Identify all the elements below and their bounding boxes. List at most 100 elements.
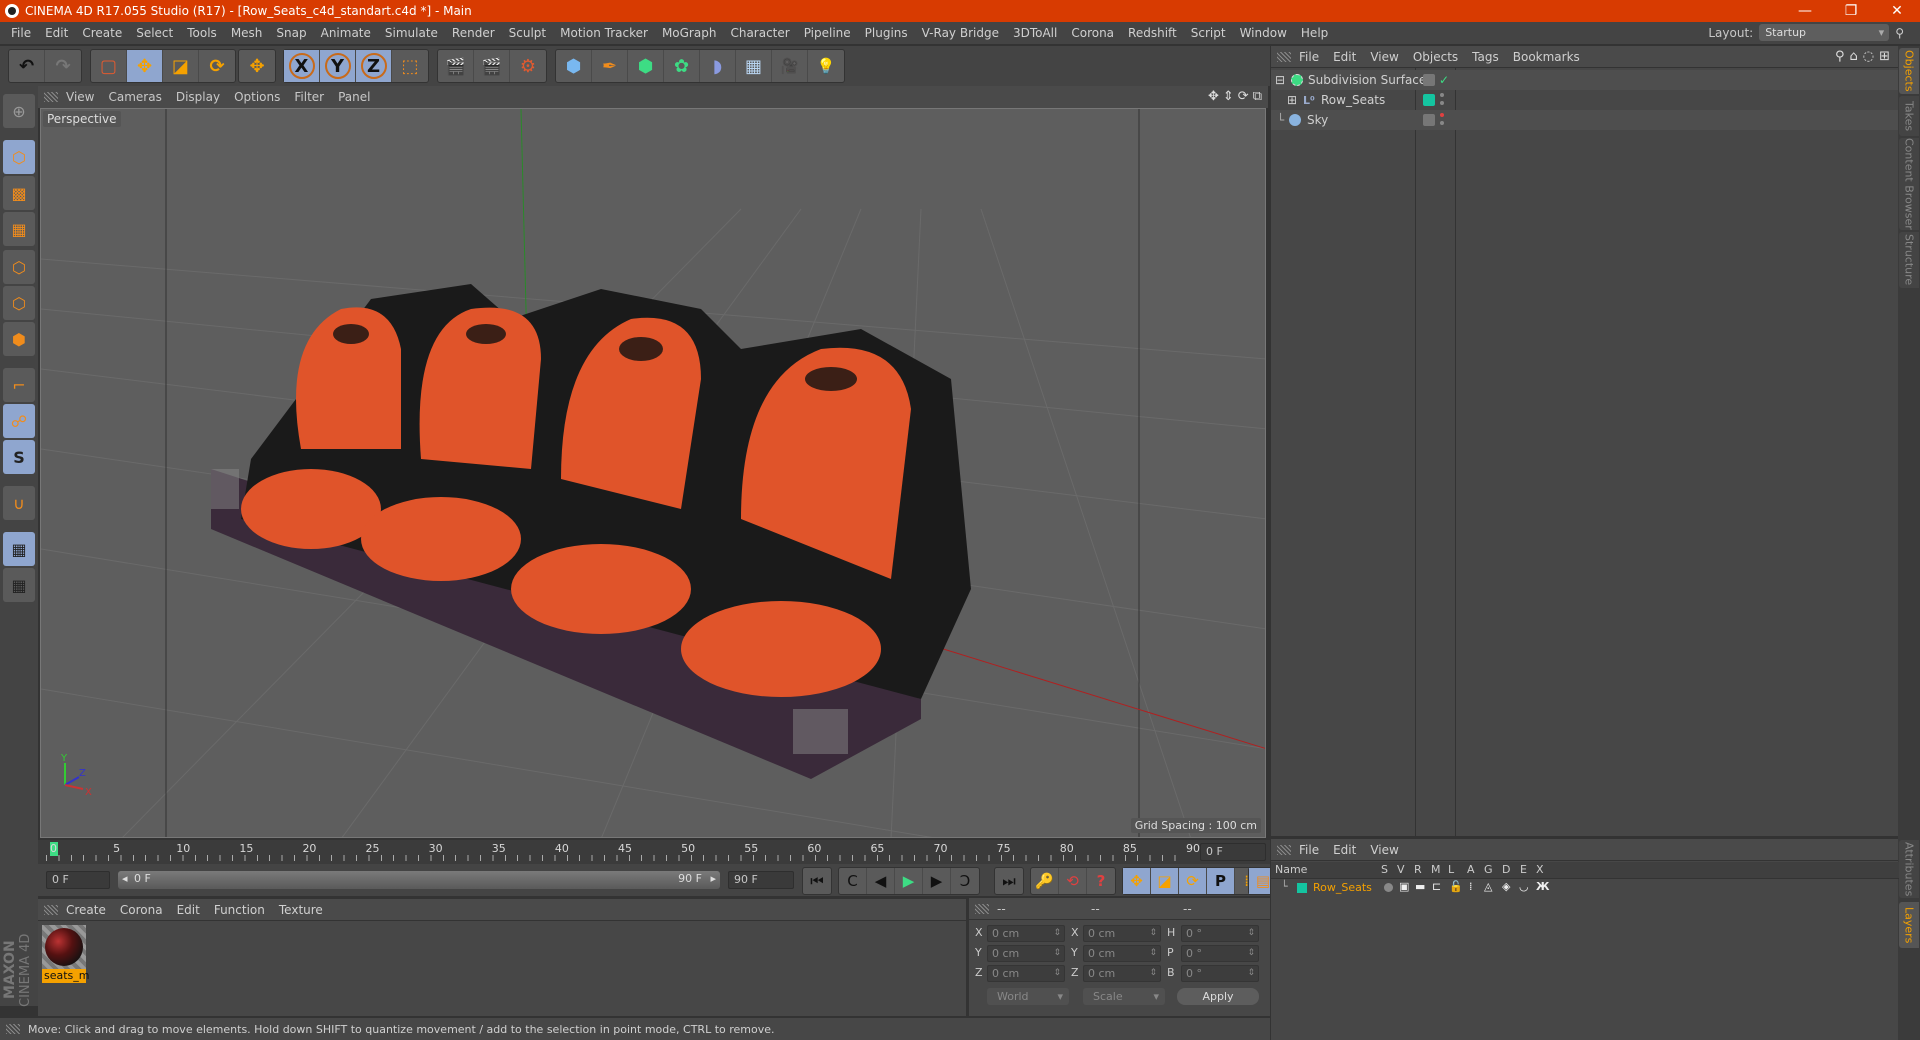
expand-icon[interactable]: ⊟ bbox=[1275, 70, 1285, 90]
material-menu-function[interactable]: Function bbox=[214, 903, 279, 917]
home-icon[interactable]: ⌂ bbox=[1849, 49, 1857, 64]
start-frame-field[interactable]: 0 F bbox=[46, 871, 110, 889]
eye-icon[interactable]: ◌ bbox=[1863, 49, 1874, 64]
material-menu-texture[interactable]: Texture bbox=[279, 903, 337, 917]
size-y-field[interactable]: 0 cm bbox=[1083, 945, 1161, 962]
menu-redshift[interactable]: Redshift bbox=[1121, 26, 1184, 40]
col-solo[interactable]: S bbox=[1381, 863, 1388, 876]
keyframe-help-button[interactable]: ? bbox=[1087, 868, 1115, 894]
material-menu-corona[interactable]: Corona bbox=[120, 903, 177, 917]
lock-toggle-icon[interactable]: 🔓 bbox=[1449, 880, 1463, 893]
menu-vray-bridge[interactable]: V-Ray Bridge bbox=[915, 26, 1006, 40]
object-name[interactable]: Row_Seats bbox=[1321, 90, 1385, 110]
edges-mode-button[interactable]: ⬡ bbox=[3, 286, 35, 320]
next-key-button[interactable]: Ↄ bbox=[951, 868, 979, 894]
col-deformers[interactable]: D bbox=[1502, 863, 1510, 876]
generator-toggle-icon[interactable]: ◬ bbox=[1484, 880, 1492, 893]
restore-button[interactable]: ❐ bbox=[1828, 0, 1874, 22]
render-visibility-dot[interactable] bbox=[1440, 101, 1444, 105]
render-toggle-icon[interactable]: ▬ bbox=[1415, 880, 1425, 893]
objects-menu-objects[interactable]: Objects bbox=[1413, 50, 1472, 64]
menu-simulate[interactable]: Simulate bbox=[378, 26, 445, 40]
render-view-button[interactable]: 🎬 bbox=[438, 50, 474, 82]
solo-toggle-icon[interactable] bbox=[1384, 883, 1393, 892]
panel-grip-icon[interactable] bbox=[44, 92, 58, 102]
key-position-button[interactable]: ✥ bbox=[1123, 868, 1151, 894]
menu-snap[interactable]: Snap bbox=[269, 26, 313, 40]
panel-grip-icon[interactable] bbox=[1277, 844, 1291, 855]
floor-button[interactable]: ▦ bbox=[736, 50, 772, 82]
objects-menu-file[interactable]: File bbox=[1299, 50, 1333, 64]
go-to-end-button[interactable]: ⏭ bbox=[995, 868, 1023, 894]
subdivision-surface-button[interactable]: ⬢ bbox=[628, 50, 664, 82]
cube-button[interactable]: ⬢ bbox=[556, 50, 592, 82]
menu-create[interactable]: Create bbox=[75, 26, 129, 40]
zoom-icon[interactable]: ⇕ bbox=[1223, 89, 1234, 104]
key-scale-button[interactable]: ◪ bbox=[1151, 868, 1179, 894]
rot-p-field[interactable]: 0 ° bbox=[1181, 945, 1259, 962]
frame-range-slider[interactable]: ◂ 0 F 90 F ▸ bbox=[118, 871, 720, 889]
workplane-mode-button[interactable]: ▦ bbox=[3, 212, 35, 246]
orbit-icon[interactable]: ⟳ bbox=[1238, 89, 1249, 104]
texture-mode-button[interactable]: ▩ bbox=[3, 176, 35, 210]
layer-box-icon[interactable] bbox=[1423, 114, 1435, 126]
object-row-sky[interactable]: └ Sky bbox=[1271, 110, 1899, 130]
objects-menu-bookmarks[interactable]: Bookmarks bbox=[1513, 50, 1594, 64]
size-mode-dropdown[interactable]: Scale bbox=[1083, 988, 1165, 1005]
object-row-subdivision-surface[interactable]: ⊟ Subdivision Surface ✓ bbox=[1271, 70, 1899, 90]
menu-pipeline[interactable]: Pipeline bbox=[797, 26, 858, 40]
manager-toggle-icon[interactable]: ⊏ bbox=[1432, 880, 1441, 893]
coordinate-system-button[interactable]: ⬚ bbox=[392, 50, 428, 82]
lock-workplane-button[interactable]: ▦ bbox=[3, 532, 35, 566]
object-name[interactable]: Sky bbox=[1307, 110, 1328, 130]
menu-file[interactable]: File bbox=[4, 26, 38, 40]
redo-button[interactable]: ↷ bbox=[45, 50, 81, 82]
camera-label[interactable]: Perspective bbox=[43, 111, 121, 127]
material-menu-create[interactable]: Create bbox=[66, 903, 120, 917]
move-tool-button[interactable]: ✥ bbox=[127, 50, 163, 82]
col-manager[interactable]: M bbox=[1431, 863, 1441, 876]
rot-h-field[interactable]: 0 ° bbox=[1181, 925, 1259, 942]
y-axis-lock-button[interactable]: Y bbox=[320, 50, 356, 82]
viewport-menu-filter[interactable]: Filter bbox=[294, 90, 335, 104]
apply-button[interactable]: Apply bbox=[1177, 988, 1259, 1005]
object-name[interactable]: Subdivision Surface bbox=[1308, 70, 1426, 90]
new-manager-icon[interactable]: ⊞ bbox=[1879, 49, 1890, 64]
deformer-toggle-icon[interactable]: ◈ bbox=[1502, 880, 1510, 893]
render-picture-viewer-button[interactable]: 🎬 bbox=[474, 50, 510, 82]
layer-color-swatch[interactable] bbox=[1297, 883, 1307, 893]
undo-button[interactable]: ↶ bbox=[9, 50, 45, 82]
cloner-button[interactable]: ✿ bbox=[664, 50, 700, 82]
z-axis-lock-button[interactable]: Z bbox=[356, 50, 392, 82]
menu-tools[interactable]: Tools bbox=[180, 26, 224, 40]
tweak-mode-button[interactable]: ☍ bbox=[3, 404, 35, 438]
record-selection-button[interactable]: 🔑 bbox=[1031, 868, 1059, 894]
layers-menu-view[interactable]: View bbox=[1370, 843, 1412, 857]
menu-render[interactable]: Render bbox=[445, 26, 502, 40]
panel-grip-icon[interactable] bbox=[44, 904, 58, 915]
size-x-field[interactable]: 0 cm bbox=[1083, 925, 1161, 942]
scale-tool-button[interactable]: ◪ bbox=[163, 50, 199, 82]
play-button[interactable]: ▶ bbox=[895, 868, 923, 894]
expand-icon[interactable]: ⊞ bbox=[1287, 90, 1297, 110]
col-render[interactable]: R bbox=[1414, 863, 1422, 876]
menu-plugins[interactable]: Plugins bbox=[858, 26, 915, 40]
autokey-button[interactable]: ⟲ bbox=[1059, 868, 1087, 894]
col-xref[interactable]: X bbox=[1536, 863, 1544, 876]
menu-mesh[interactable]: Mesh bbox=[224, 26, 270, 40]
snap-button[interactable]: S bbox=[3, 440, 35, 474]
coordinate-space-dropdown[interactable]: World bbox=[987, 988, 1069, 1005]
next-frame-button[interactable]: ▶ bbox=[923, 868, 951, 894]
pos-z-field[interactable]: 0 cm bbox=[987, 965, 1065, 982]
layer-box-icon[interactable] bbox=[1423, 74, 1435, 86]
pos-y-field[interactable]: 0 cm bbox=[987, 945, 1065, 962]
menu-sculpt[interactable]: Sculpt bbox=[502, 26, 553, 40]
search-icon[interactable]: ⚲ bbox=[1835, 49, 1845, 64]
key-parameter-button[interactable]: P bbox=[1207, 868, 1235, 894]
editor-visibility-dot[interactable] bbox=[1440, 113, 1444, 117]
tab-content-browser[interactable]: Content Browser bbox=[1899, 138, 1919, 230]
minimize-button[interactable]: — bbox=[1782, 0, 1828, 22]
material-swatch[interactable]: seats_m bbox=[42, 925, 90, 985]
menu-window[interactable]: Window bbox=[1233, 26, 1294, 40]
menu-mograph[interactable]: MoGraph bbox=[655, 26, 724, 40]
